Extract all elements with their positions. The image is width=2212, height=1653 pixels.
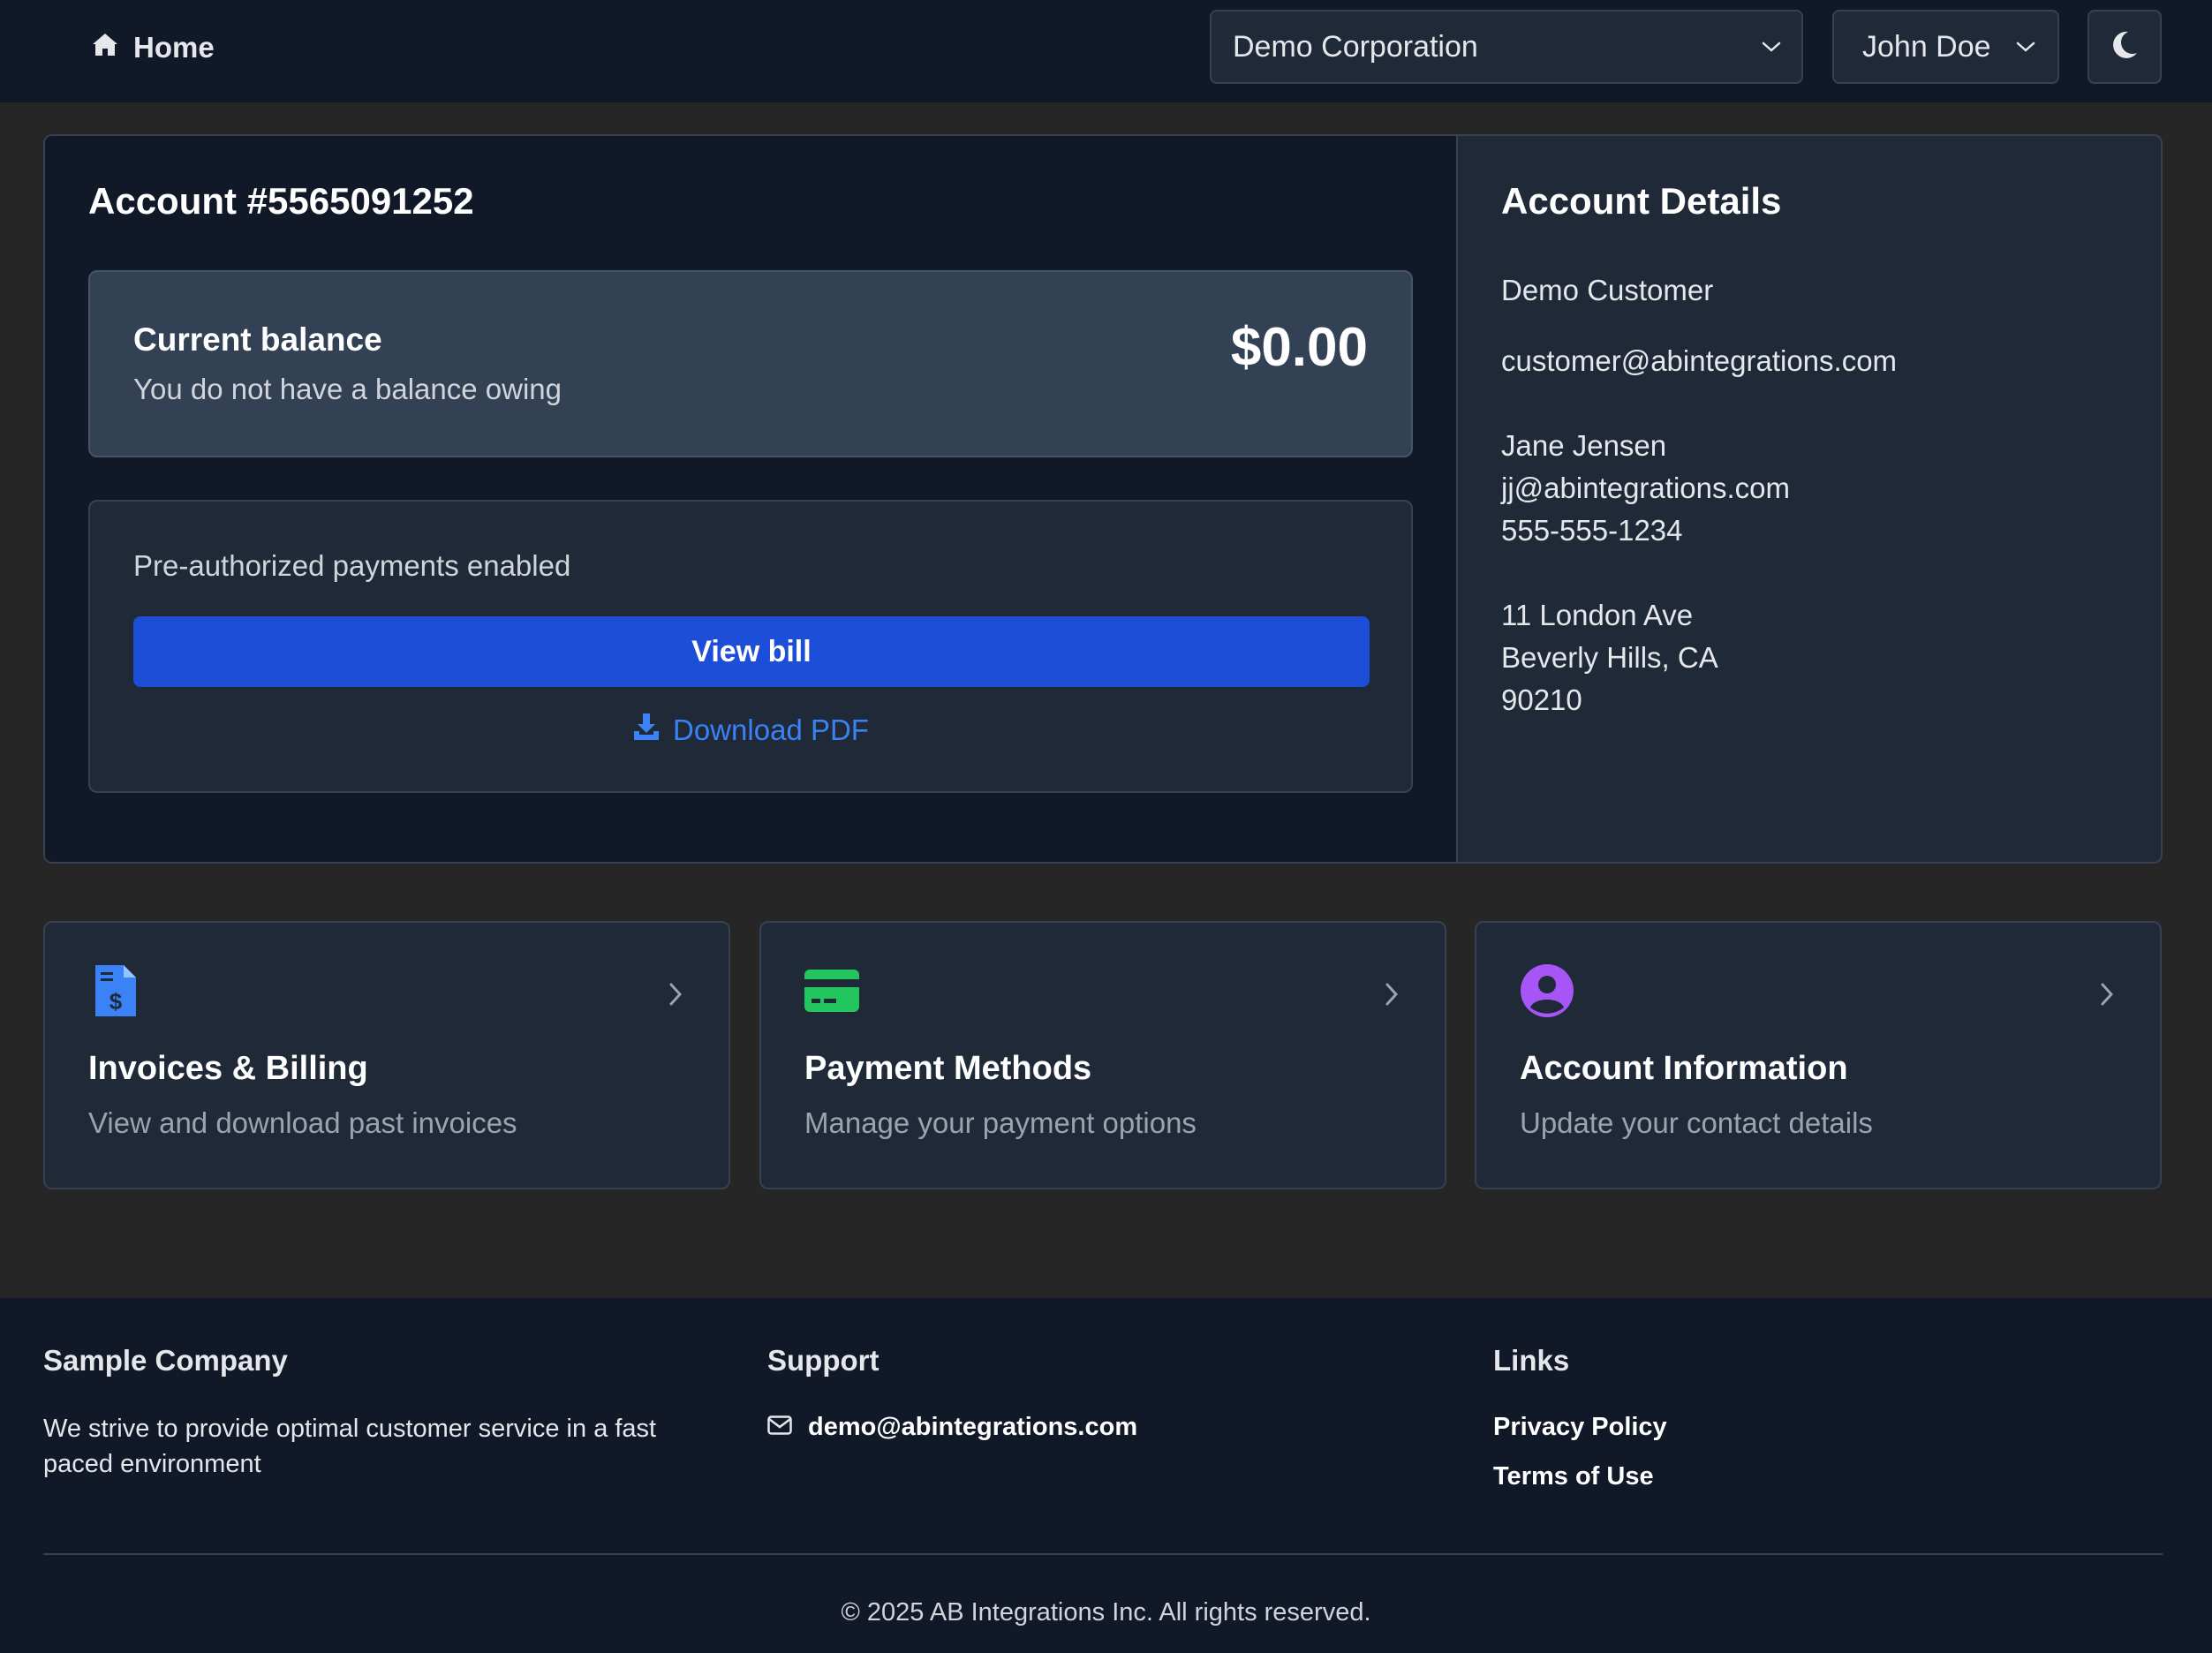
card-description: View and download past invoices [88,1106,517,1139]
account-details: Account Details Demo Customer customer@a… [1456,136,2161,862]
address-line-1: 11 London Ave [1501,599,1694,631]
balance-label: Current balance [133,321,382,358]
footer-divider [43,1553,2163,1555]
chevron-right-icon [667,981,684,1008]
account-information-card[interactable]: Account Information Update your contact … [1475,921,2162,1189]
account-details-title: Account Details [1501,180,1782,222]
company-description: We strive to provide optimal customer se… [43,1415,657,1478]
address-line-3: 90210 [1501,683,1582,716]
contact-phone: 555-555-1234 [1501,514,1683,547]
balance-amount: $0.00 [1230,317,1368,378]
home-icon [91,31,119,64]
account-panel: Account #5565091252 Current balance You … [43,134,2163,864]
chevron-right-icon [2098,981,2116,1008]
view-bill-button[interactable]: View bill [133,616,1370,687]
invoices-billing-card[interactable]: $ Invoices & Billing View and download p… [43,921,730,1189]
download-pdf-link[interactable]: Download PDF [90,712,1411,749]
terms-of-use-link[interactable]: Terms of Use [1493,1462,1654,1491]
credit-card-icon [804,963,859,1018]
organization-select[interactable]: Demo Corporation [1210,10,1803,84]
balance-card: Current balance You do not have a balanc… [88,270,1413,457]
account-title: Account #5565091252 [88,180,474,222]
card-title: Payment Methods [804,1050,1092,1087]
customer-email: customer@abintegrations.com [1501,344,1898,377]
contact-email: jj@abintegrations.com [1501,472,1790,504]
invoice-icon: $ [88,963,143,1018]
chevron-right-icon [1383,981,1400,1008]
organization-value: Demo Corporation [1233,29,1478,64]
top-navbar: Home Demo Corporation John Doe [0,0,2212,102]
support-heading: Support [767,1344,880,1377]
company-heading: Sample Company [43,1344,288,1377]
footer: Sample Company We strive to provide opti… [0,1298,2212,1653]
copyright: © 2025 AB Integrations Inc. All rights r… [841,1598,1371,1627]
envelope-icon [767,1413,792,1442]
customer-name: Demo Customer [1501,274,1714,306]
balance-subtitle: You do not have a balance owing [133,373,562,405]
download-pdf-label: Download PDF [673,713,869,746]
user-name: John Doe [1862,29,1991,64]
user-menu[interactable]: John Doe [1832,10,2059,84]
card-title: Account Information [1520,1050,1848,1087]
chevron-down-icon [2015,40,2036,54]
theme-toggle-button[interactable] [2087,10,2162,84]
svg-text:$: $ [109,988,123,1015]
address-line-2: Beverly Hills, CA [1501,641,1718,674]
privacy-policy-link[interactable]: Privacy Policy [1493,1413,1667,1442]
payment-card: Pre-authorized payments enabled View bil… [88,500,1413,793]
card-description: Update your contact details [1520,1106,1873,1139]
contact-name: Jane Jensen [1501,429,1667,462]
preauthorized-status: Pre-authorized payments enabled [133,549,571,582]
download-icon [632,712,661,749]
payment-methods-card[interactable]: Payment Methods Manage your payment opti… [759,921,1446,1189]
support-email-link[interactable]: demo@abintegrations.com [767,1413,1137,1442]
account-summary: Account #5565091252 Current balance You … [45,136,1456,862]
card-description: Manage your payment options [804,1106,1197,1139]
moon-icon [2110,30,2139,64]
support-email: demo@abintegrations.com [808,1413,1138,1441]
card-title: Invoices & Billing [88,1050,368,1087]
user-circle-icon [1520,963,1574,1018]
links-heading: Links [1493,1344,1570,1377]
chevron-down-icon [1761,40,1782,54]
home-link[interactable]: Home [91,26,215,69]
home-label: Home [133,31,215,64]
